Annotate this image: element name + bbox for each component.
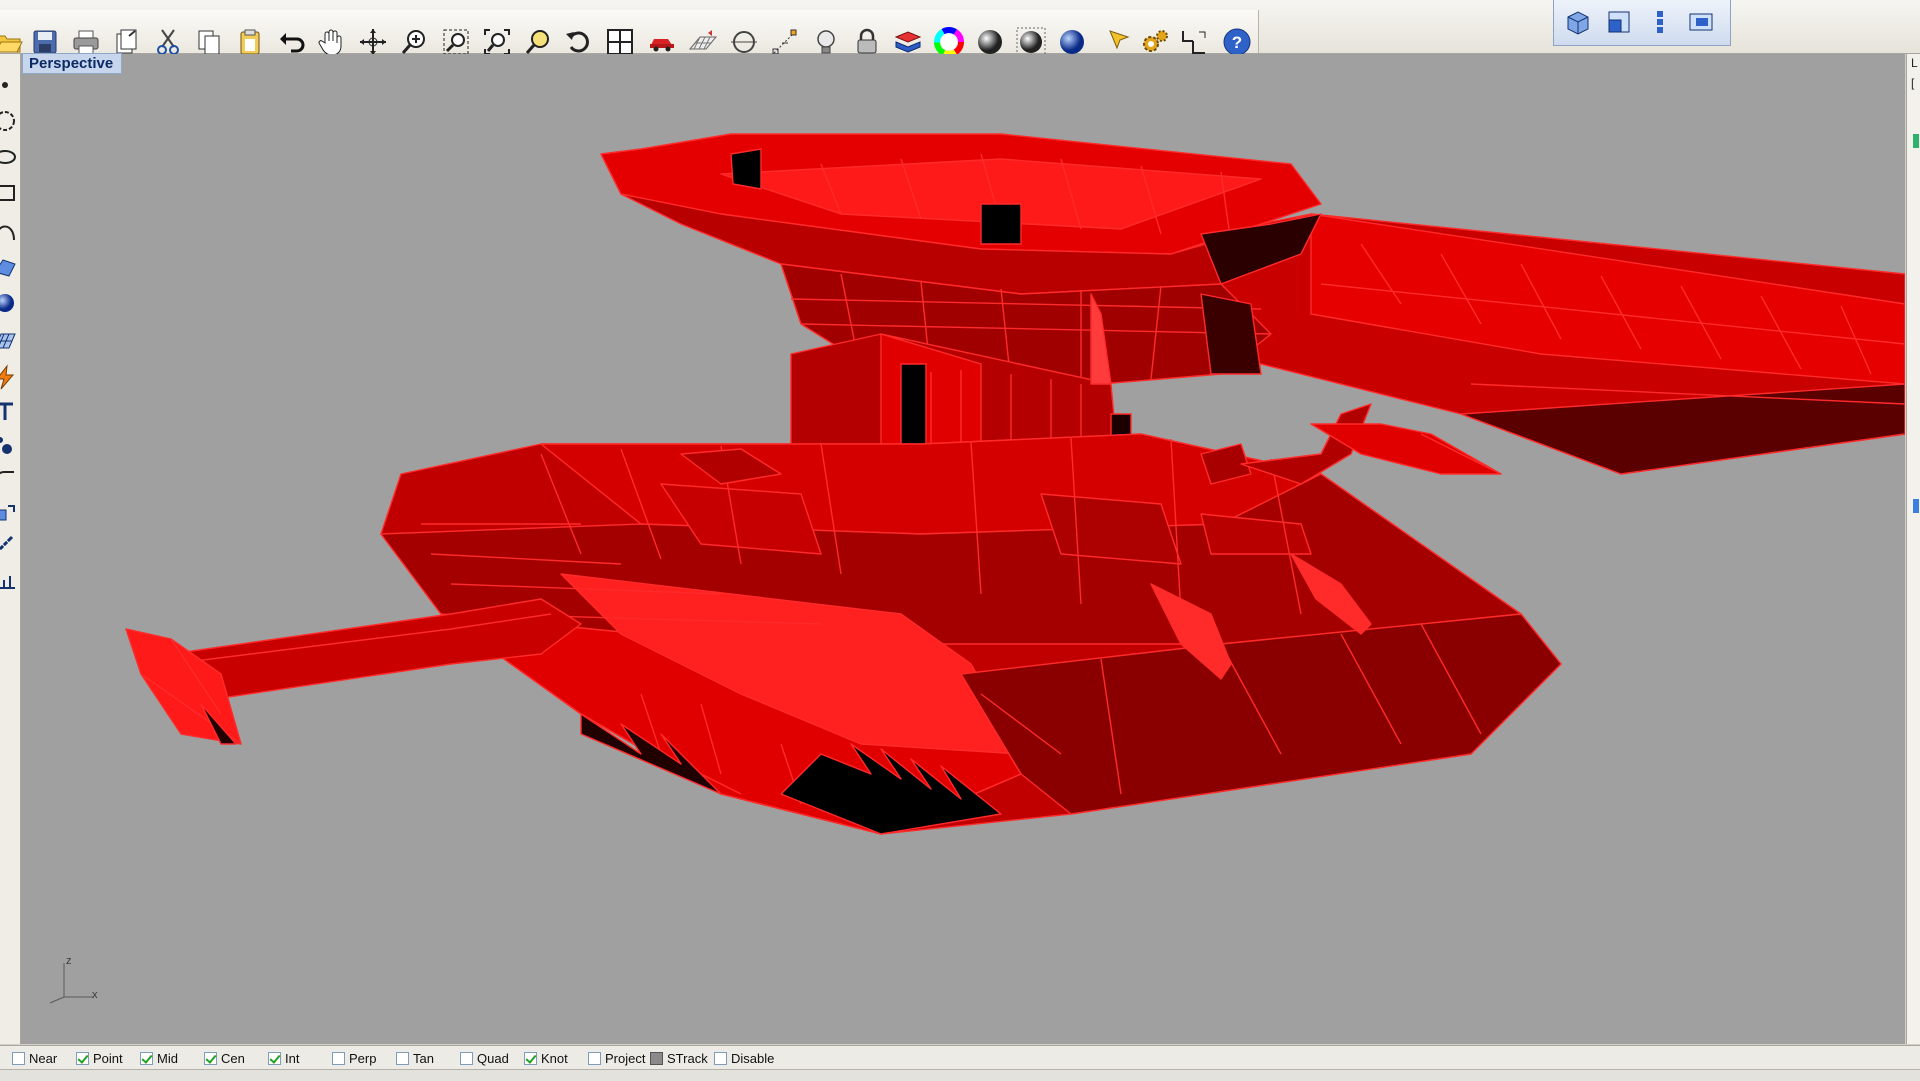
right-panel-label: L: [1911, 56, 1918, 70]
osnap-tan[interactable]: Tan: [396, 1050, 434, 1066]
osnap-project-checkbox[interactable]: [588, 1051, 601, 1065]
osnap-disable-label: Disable: [731, 1050, 775, 1066]
osnap-mid-label: Mid: [157, 1050, 178, 1066]
osnap-tan-label: Tan: [413, 1050, 434, 1066]
top-view-icon[interactable]: [1600, 3, 1638, 41]
axis-widget: z x: [36, 955, 106, 1005]
osnap-knot-checkbox[interactable]: [524, 1051, 537, 1065]
right-panel: L [: [1906, 54, 1920, 1044]
osnap-int[interactable]: Int: [268, 1050, 299, 1066]
osnap-cen-label: Cen: [221, 1050, 245, 1066]
right-panel-bracket: [: [1911, 76, 1915, 90]
osnap-bar: Near Point Mid Cen Int Perp Tan Quad Kno…: [0, 1045, 1920, 1070]
circle-icon[interactable]: [0, 104, 20, 138]
osnap-int-checkbox[interactable]: [268, 1051, 281, 1065]
mesh-icon[interactable]: [0, 324, 20, 358]
red-spaceship-model[interactable]: [21, 54, 1905, 1044]
osnap-tan-checkbox[interactable]: [396, 1051, 409, 1065]
osnap-cen-checkbox[interactable]: [204, 1051, 217, 1065]
osnap-quad-label: Quad: [477, 1050, 509, 1066]
side-view-icon[interactable]: [1641, 3, 1679, 41]
perspective-view-icon[interactable]: [1559, 3, 1597, 41]
osnap-mid[interactable]: Mid: [140, 1050, 178, 1066]
lightning-icon[interactable]: [0, 360, 20, 394]
osnap-int-label: Int: [285, 1050, 300, 1066]
osnap-knot-label: Knot: [541, 1050, 568, 1066]
osnap-knot[interactable]: Knot: [524, 1050, 568, 1066]
osnap-strack[interactable]: STrack: [650, 1050, 708, 1066]
osnap-cen[interactable]: Cen: [204, 1050, 245, 1066]
surface-icon[interactable]: [0, 250, 20, 284]
rhino-application-window: ? Perspective z x L [Near Point Mid Cen…: [0, 0, 1920, 1081]
osnap-perp-checkbox[interactable]: [332, 1051, 345, 1065]
osnap-project-label: Project: [605, 1050, 646, 1066]
osnap-near-checkbox[interactable]: [12, 1051, 25, 1065]
osnap-point-checkbox[interactable]: [76, 1051, 89, 1065]
front-view-icon[interactable]: [1682, 3, 1720, 41]
axis-x-label: x: [92, 989, 98, 1001]
svg-text:?: ?: [1232, 33, 1242, 52]
point-icon[interactable]: [0, 68, 20, 102]
status-bar: [0, 1069, 1920, 1081]
axis-z-label: z: [66, 955, 72, 967]
dimension-icon[interactable]: [0, 530, 20, 564]
main-toolbar: ?: [0, 0, 1920, 57]
left-toolbar: [0, 54, 21, 1044]
fillet-icon[interactable]: [0, 464, 20, 498]
osnap-point[interactable]: Point: [76, 1050, 123, 1066]
osnap-perp-label: Perp: [349, 1050, 377, 1066]
curve-icon[interactable]: [0, 214, 20, 248]
viewport-title[interactable]: Perspective: [22, 53, 123, 74]
osnap-perp[interactable]: Perp: [332, 1050, 376, 1066]
panel-green-indicator: [1913, 134, 1919, 148]
osnap-strack-label: STrack: [667, 1050, 708, 1066]
osnap-strack-checkbox[interactable]: [650, 1051, 663, 1065]
rectangle-icon[interactable]: [0, 176, 20, 210]
osnap-near-label: Near: [29, 1050, 58, 1066]
osnap-quad-checkbox[interactable]: [460, 1051, 473, 1065]
standard-toolbar-strip: ?: [0, 10, 1259, 57]
osnap-disable-checkbox[interactable]: [714, 1051, 727, 1065]
transform-icon[interactable]: [0, 496, 20, 530]
text-icon[interactable]: [0, 394, 20, 428]
ruler-icon[interactable]: [0, 564, 20, 598]
osnap-disable[interactable]: Disable: [714, 1050, 774, 1066]
perspective-viewport[interactable]: [21, 54, 1905, 1044]
osnap-quad[interactable]: Quad: [460, 1050, 509, 1066]
osnap-near[interactable]: Near: [12, 1050, 57, 1066]
osnap-mid-checkbox[interactable]: [140, 1051, 153, 1065]
osnap-project[interactable]: Project: [588, 1050, 645, 1066]
solid-sphere-icon[interactable]: [0, 286, 20, 320]
ellipse-icon[interactable]: [0, 140, 20, 174]
osnap-point-label: Point: [93, 1050, 123, 1066]
dots-icon[interactable]: [0, 428, 20, 462]
view-toolbar: [1553, 0, 1731, 46]
panel-blue-indicator: [1913, 499, 1919, 513]
